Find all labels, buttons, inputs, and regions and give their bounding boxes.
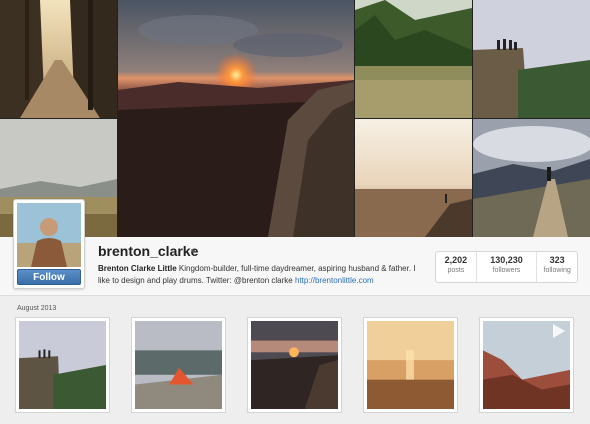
cover-photo-sunset-cliff[interactable] [118, 0, 354, 237]
username[interactable]: brenton_clarke [98, 243, 198, 259]
stat-label: followers [492, 267, 521, 274]
avatar-card: Follow [13, 199, 85, 289]
stat-posts[interactable]: 2,202 posts [436, 252, 477, 282]
cover-photo-river[interactable] [355, 0, 472, 118]
feed-thumbnail[interactable] [363, 317, 458, 413]
cover-photo-hiker-trail[interactable] [473, 119, 590, 237]
stat-value: 130,230 [490, 255, 523, 265]
cover-photo-forest-road[interactable] [0, 0, 117, 118]
follow-button[interactable]: Follow [17, 269, 81, 285]
profile-bio: Brenton Clarke Little Kingdom-builder, f… [98, 263, 428, 287]
feed-thumbnail[interactable] [479, 317, 574, 413]
feed-thumbnail[interactable] [247, 317, 342, 413]
play-icon [553, 324, 565, 338]
stat-value: 323 [549, 255, 565, 265]
stat-label: posts [447, 267, 465, 274]
stat-label: following [543, 267, 571, 274]
stat-value: 2,202 [444, 255, 468, 265]
month-header: August 2013 [17, 305, 57, 312]
cover-mosaic [0, 0, 590, 237]
feed-thumbnail[interactable] [131, 317, 226, 413]
stat-followers[interactable]: 130,230 followers [477, 252, 538, 282]
feed-thumbnail[interactable] [15, 317, 110, 413]
cover-photo-hikers-cliff[interactable] [473, 0, 590, 118]
profile-stats: 2,202 posts 130,230 followers 323 follow… [435, 251, 578, 283]
caret-down-icon[interactable]: ▾ [191, 246, 196, 257]
stat-following[interactable]: 323 following [537, 252, 577, 282]
cover-photo-desert-sunset[interactable] [355, 119, 472, 237]
website-link[interactable]: http://brentonlittle.com [295, 276, 374, 285]
avatar[interactable] [17, 203, 81, 267]
full-name: Brenton Clarke Little [98, 264, 177, 273]
